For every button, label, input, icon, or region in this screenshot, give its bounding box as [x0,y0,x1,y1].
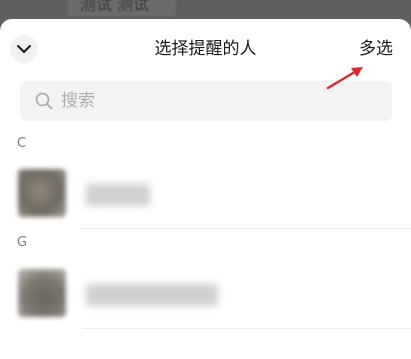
row-divider [82,228,411,229]
sheet-title: 选择提醒的人 [154,39,257,59]
background-message-chip: 测试 测试 [68,0,176,16]
avatar [18,269,66,317]
section-header-g: G [17,235,28,250]
section-header-c: C [17,136,27,151]
annotation-arrow-icon [326,67,363,90]
contact-name-redacted [86,184,150,206]
avatar [18,169,66,217]
multi-select-button[interactable]: 多选 [359,37,393,61]
contact-row[interactable] [0,269,411,329]
search-icon [35,92,53,110]
contact-name-redacted [86,284,218,306]
row-divider [82,328,411,329]
search-input[interactable] [61,91,361,111]
contact-row[interactable] [0,169,411,229]
